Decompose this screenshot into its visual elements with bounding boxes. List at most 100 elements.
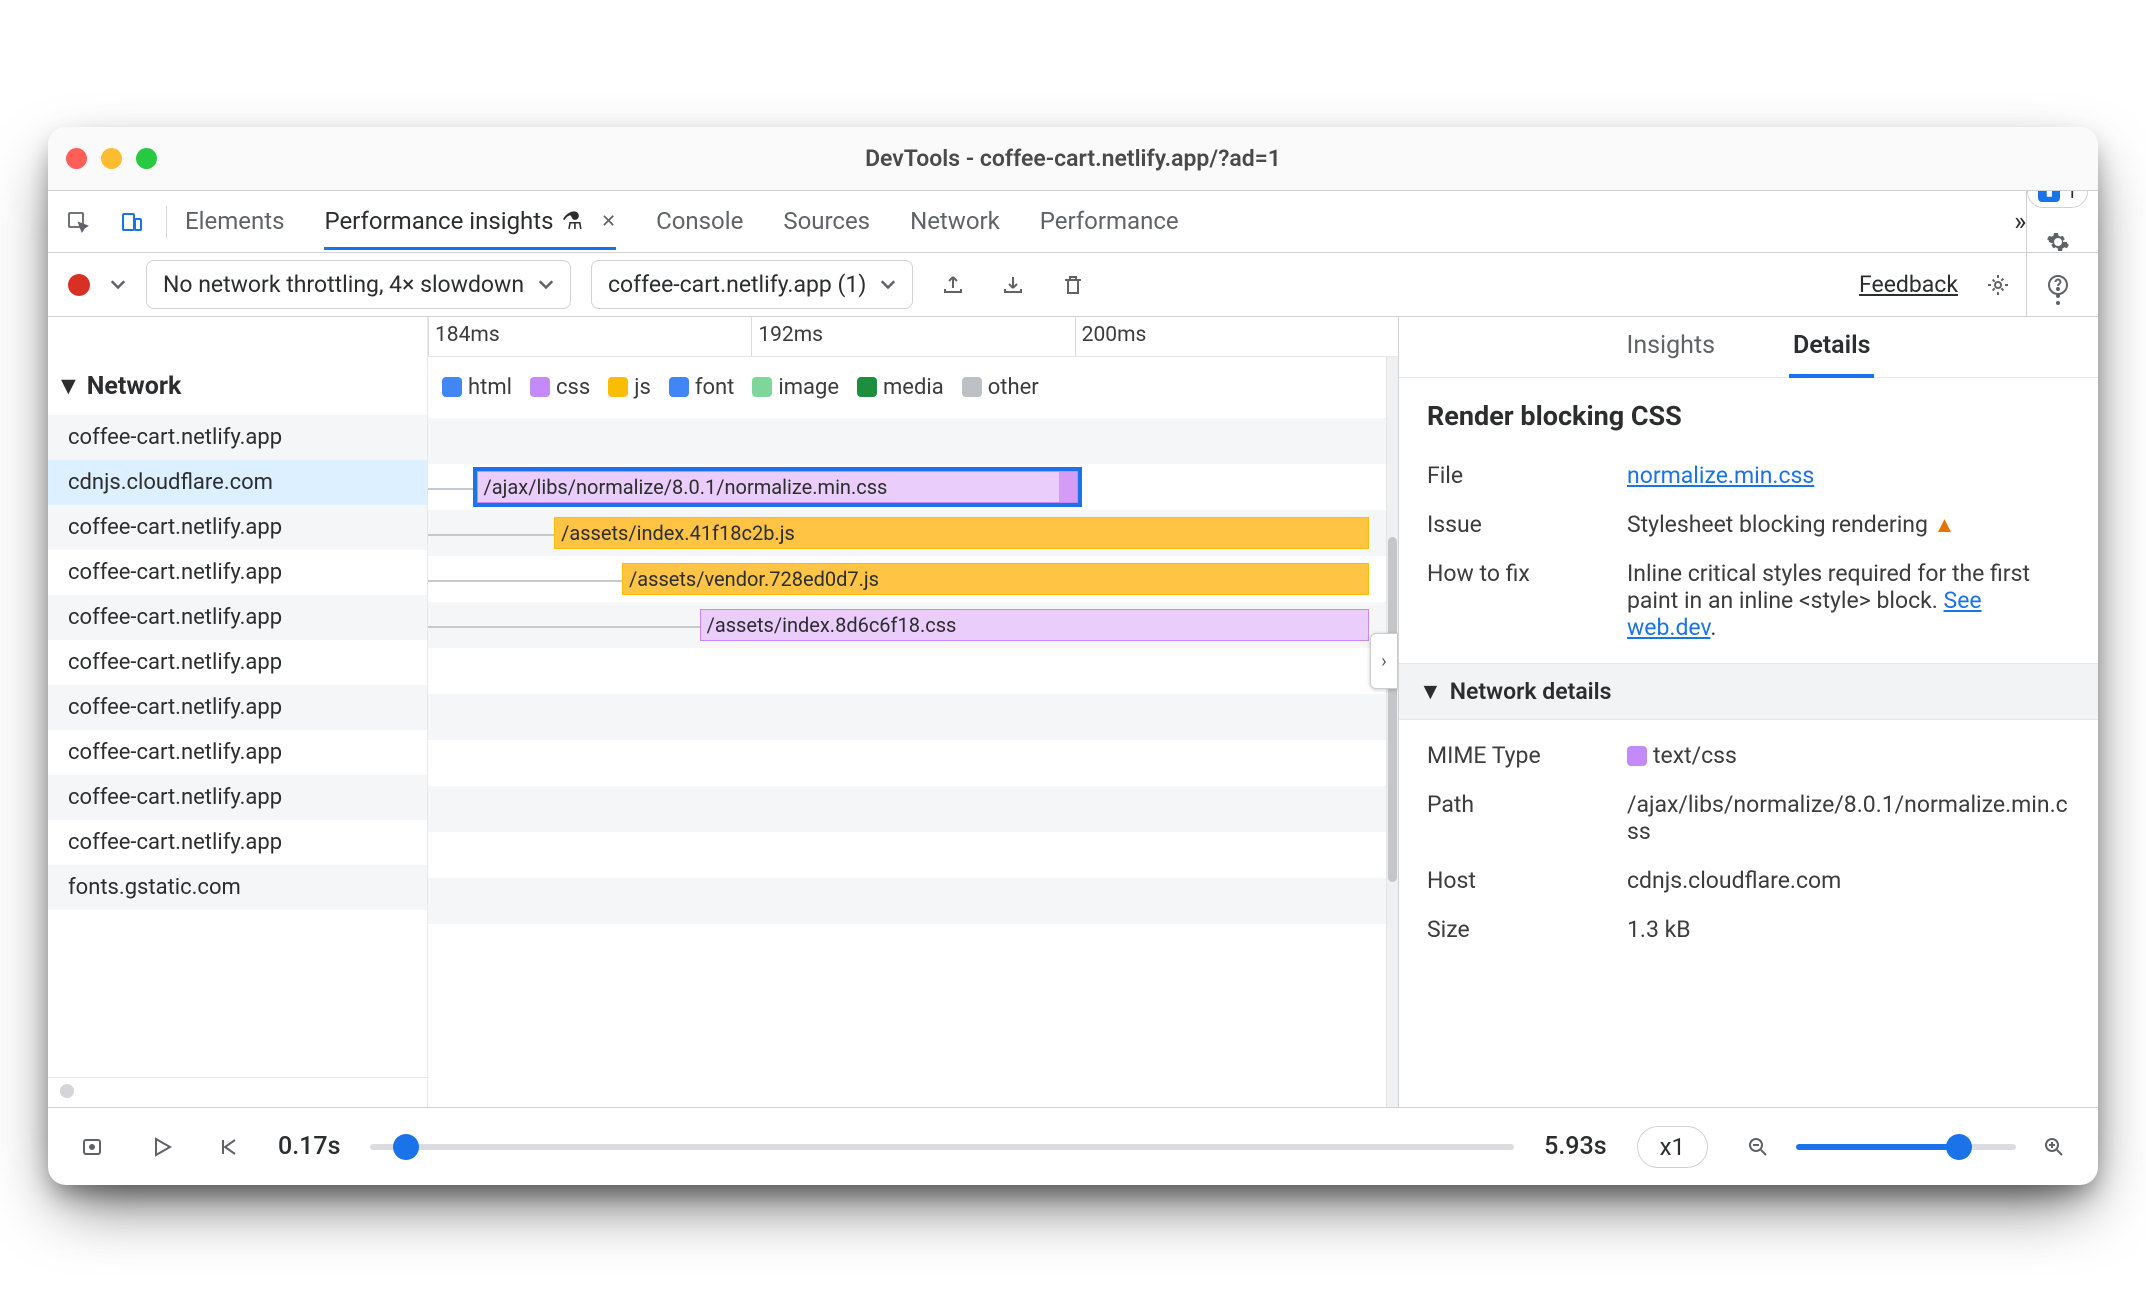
host-row[interactable]: coffee-cart.netlify.app [48, 775, 427, 820]
resource-bar[interactable]: /ajax/libs/normalize/8.0.1/normalize.min… [477, 471, 1078, 503]
host-row[interactable]: coffee-cart.netlify.app [48, 820, 427, 865]
resource-bar[interactable]: /assets/vendor.728ed0d7.js [622, 563, 1369, 595]
device-toolbar-icon[interactable] [112, 202, 152, 242]
legend-other[interactable]: other [962, 375, 1039, 400]
legend-js[interactable]: js [608, 375, 651, 400]
network-details-header[interactable]: ▼ Network details [1399, 663, 2098, 720]
record-button[interactable] [68, 274, 90, 296]
inspect-icon[interactable] [58, 202, 98, 242]
expand-right-handle[interactable]: › [1370, 633, 1398, 689]
legend-css[interactable]: css [530, 375, 590, 400]
playback-slider[interactable] [370, 1144, 1514, 1150]
tabs-overflow[interactable]: » [2014, 195, 2026, 249]
perf-toolbar: No network throttling, 4× slowdown coffe… [48, 253, 2098, 317]
record-menu-chevron-icon[interactable] [110, 280, 126, 290]
right-tabs: Insights Details [1399, 317, 2098, 378]
help-icon[interactable] [2038, 265, 2078, 305]
network-sidebar: ▼ Network coffee-cart.netlify.appcdnjs.c… [48, 317, 428, 1107]
right-tab-insights[interactable]: Insights [1623, 317, 1719, 377]
mime-swatch-icon [1627, 746, 1647, 766]
zoom-slider[interactable] [1796, 1144, 2016, 1150]
legend-media[interactable]: media [857, 375, 944, 400]
host-row[interactable]: coffee-cart.netlify.app [48, 685, 427, 730]
host-list: coffee-cart.netlify.appcdnjs.cloudflare.… [48, 415, 427, 1077]
zoom-icon[interactable] [136, 148, 157, 169]
track-row[interactable] [428, 418, 1398, 464]
details-title: Render blocking CSS [1427, 400, 2070, 432]
close-icon[interactable] [66, 148, 87, 169]
tab-network[interactable]: Network [910, 195, 1000, 247]
export-icon[interactable] [933, 265, 973, 305]
resource-legend: htmlcssjsfont image media other [428, 357, 1398, 418]
host-row[interactable]: coffee-cart.netlify.app [48, 640, 427, 685]
size-label: Size [1427, 916, 1627, 943]
time-ruler[interactable]: 184ms192ms200ms [428, 317, 1398, 357]
playback-speed[interactable]: x1 [1637, 1126, 1708, 1168]
host-row[interactable]: coffee-cart.netlify.app [48, 415, 427, 460]
host-row[interactable]: fonts.gstatic.com [48, 865, 427, 910]
close-tab-icon[interactable]: ✕ [601, 211, 616, 232]
legend-html[interactable]: html [442, 375, 512, 400]
track-row[interactable] [428, 832, 1398, 878]
right-tab-details[interactable]: Details [1789, 317, 1874, 378]
tab-performance[interactable]: Performance [1040, 195, 1179, 247]
track-row[interactable]: /assets/index.41f18c2b.js [428, 510, 1398, 556]
import-icon[interactable] [993, 265, 1033, 305]
page-select[interactable]: coffee-cart.netlify.app (1) [591, 260, 913, 309]
file-link[interactable]: normalize.min.css [1627, 462, 1814, 489]
track-row[interactable] [428, 648, 1398, 694]
host-row[interactable]: coffee-cart.netlify.app [48, 550, 427, 595]
host-row[interactable]: coffee-cart.netlify.app [48, 505, 427, 550]
track-row[interactable] [428, 786, 1398, 832]
time-tick: 200ms [1075, 317, 1398, 356]
window-title: DevTools - coffee-cart.netlify.app/?ad=1 [48, 145, 2098, 172]
time-tick: 192ms [751, 317, 1074, 356]
throttle-label: No network throttling, 4× slowdown [163, 271, 524, 298]
path-label: Path [1427, 791, 1627, 818]
titlebar: DevTools - coffee-cart.netlify.app/?ad=1 [48, 127, 2098, 191]
traffic-lights [66, 148, 157, 169]
track-row[interactable] [428, 740, 1398, 786]
minimize-icon[interactable] [101, 148, 122, 169]
panel-settings-icon[interactable] [1978, 265, 2018, 305]
scrollbar[interactable] [1386, 357, 1398, 1107]
devtools-tabstrip: Elements Performance insights ⚗✕ Console So… [48, 191, 2098, 253]
mime-value: text/css [1653, 742, 1737, 769]
tab-console[interactable]: Console [656, 195, 743, 247]
time-tick: 184ms [428, 317, 751, 356]
legend-image[interactable]: image [752, 375, 839, 400]
path-value: /ajax/libs/normalize/8.0.1/normalize.min… [1627, 791, 2070, 845]
track-row[interactable] [428, 694, 1398, 740]
tab-sources[interactable]: Sources [783, 195, 870, 247]
track-row[interactable] [428, 878, 1398, 924]
details-panel: InsightsDetails Render blocking CSS File… [1398, 317, 2098, 1107]
track-row[interactable]: /assets/vendor.728ed0d7.js [428, 556, 1398, 602]
triangle-down-icon: ▼ [1419, 678, 1442, 705]
timeline-panel: 184ms192ms200ms htmlcssjsfont image mediao… [428, 317, 1398, 1107]
chevron-down-icon [880, 280, 896, 290]
zoom-out-icon[interactable] [1738, 1127, 1778, 1167]
throttle-select[interactable]: No network throttling, 4× slowdown [146, 260, 571, 309]
resource-bar[interactable]: /assets/index.8d6c6f18.css [700, 609, 1369, 641]
delete-icon[interactable] [1053, 265, 1093, 305]
zoom-in-icon[interactable] [2034, 1127, 2074, 1167]
legend-font[interactable]: font [669, 375, 735, 400]
host-row[interactable]: coffee-cart.netlify.app [48, 595, 427, 640]
howtofix-value: Inline critical styles required for the … [1627, 560, 2070, 641]
zoom-controls [1738, 1127, 2074, 1167]
seek-start-icon[interactable] [208, 1127, 248, 1167]
replay-icon[interactable] [72, 1127, 112, 1167]
feedback-link[interactable]: Feedback [1859, 271, 1958, 298]
tracks-area[interactable]: /ajax/libs/normalize/8.0.1/normalize.min… [428, 418, 1398, 1107]
network-header[interactable]: ▼ Network [48, 317, 427, 415]
chevron-down-icon [538, 280, 554, 290]
resource-bar[interactable]: /assets/index.41f18c2b.js [554, 517, 1369, 549]
play-icon[interactable] [142, 1127, 182, 1167]
tab-elements[interactable]: Elements [185, 195, 284, 247]
track-row[interactable]: /assets/index.8d6c6f18.css [428, 602, 1398, 648]
host-row[interactable]: cdnjs.cloudflare.com [48, 460, 427, 505]
settings-icon[interactable] [2038, 222, 2078, 262]
host-row[interactable]: coffee-cart.netlify.app [48, 730, 427, 775]
track-row[interactable]: /ajax/libs/normalize/8.0.1/normalize.min… [428, 464, 1398, 510]
tab-performance-insights[interactable]: Performance insights ⚗✕ [324, 195, 616, 250]
